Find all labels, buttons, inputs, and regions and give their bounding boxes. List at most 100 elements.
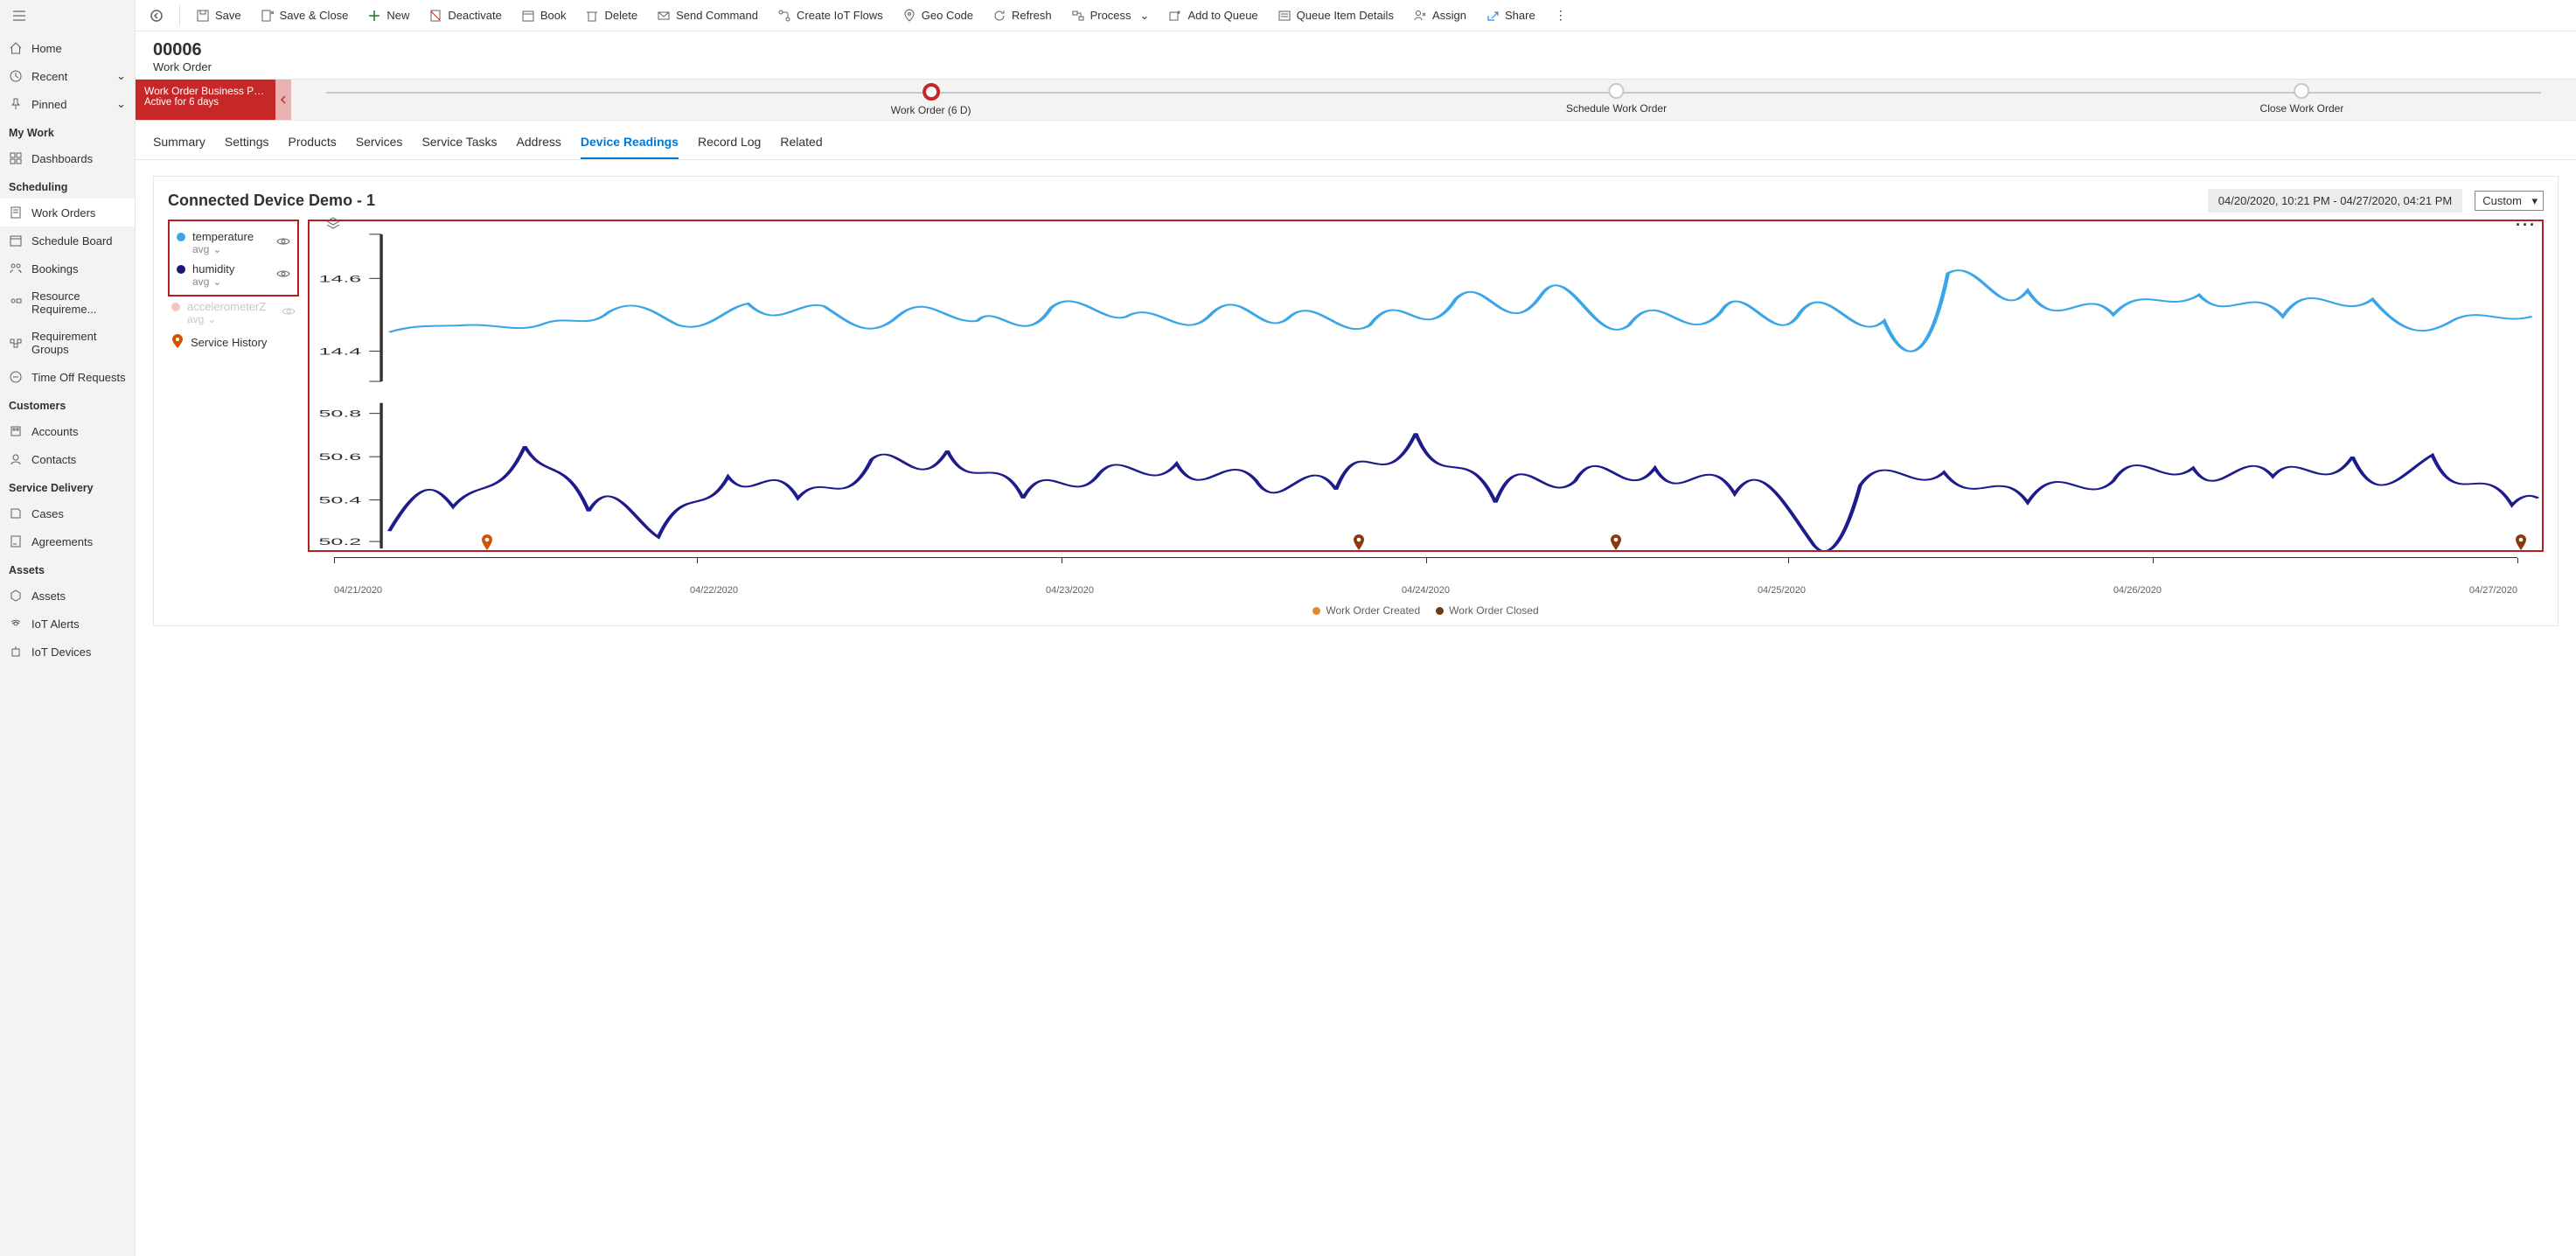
nav-timeoff[interactable]: Time Off Requests [0,363,135,391]
legend-agg: avg [187,313,204,325]
delete-button[interactable]: Delete [578,5,644,26]
nav-group-service-delivery: Service Delivery [0,473,135,499]
nav-iot-alerts[interactable]: IoT Alerts [0,610,135,638]
y-tick: 50.8 [318,409,361,420]
legend-dot [177,233,185,241]
x-tick: 04/25/2020 [1758,585,1806,596]
bpf-stage-close[interactable]: Close Work Order [2260,83,2344,115]
nav-label: Time Off Requests [31,371,126,384]
process-button[interactable]: Process⌄ [1064,5,1157,26]
date-range-display[interactable]: 04/20/2020, 10:21 PM - 04/27/2020, 04:21… [2208,189,2462,213]
nav-pinned[interactable]: Pinned ⌄ [0,90,135,118]
chart-area: ··· 14.6 14.4 [308,220,2544,617]
visibility-toggle-icon[interactable] [276,267,290,283]
content-area: Connected Device Demo - 1 04/20/2020, 10… [136,160,2576,1256]
bookings-icon [9,262,23,276]
back-button[interactable] [143,5,171,26]
pin-location-icon [902,9,916,23]
save-close-button[interactable]: Save & Close [254,5,356,26]
assign-icon [1413,9,1427,23]
form-tabs: Summary Settings Products Services Servi… [136,121,2576,160]
map-pin-icon[interactable] [481,534,493,553]
nav-label: Cases [31,507,64,520]
nav-accounts[interactable]: Accounts [0,417,135,445]
chevron-left-icon [150,9,164,23]
share-button[interactable]: Share [1479,5,1542,26]
workorder-icon [9,206,23,220]
timeoff-icon [9,370,23,384]
y-tick: 50.6 [318,452,361,463]
cmd-label: Save [215,9,241,22]
visibility-toggle-icon[interactable] [276,234,290,251]
nav-resource-req[interactable]: Resource Requireme... [0,283,135,323]
chart-layers-button[interactable] [325,216,341,234]
bpf-line [326,92,2541,94]
bpf-stage-work-order[interactable]: Work Order (6 D) [891,83,971,116]
date-range-preset-select[interactable]: Custom [2475,191,2544,211]
tab-record-log[interactable]: Record Log [698,129,761,159]
nav-contacts[interactable]: Contacts [0,445,135,473]
chart-highlight-box: 14.6 14.4 50.8 50.6 [308,220,2544,552]
y-tick: 14.4 [318,346,361,357]
legend-service-history[interactable]: Service History [168,329,299,356]
nav-home[interactable]: Home [0,34,135,62]
queue-details-button[interactable]: Queue Item Details [1271,5,1401,26]
chart-more-button[interactable]: ··· [2516,216,2537,234]
cmd-label: Send Command [676,9,758,22]
nav-agreements[interactable]: Agreements [0,527,135,555]
send-command-button[interactable]: Send Command [650,5,765,26]
map-pin-icon[interactable] [1353,534,1365,553]
tab-products[interactable]: Products [289,129,337,159]
bpf-collapse-button[interactable] [275,80,291,120]
book-button[interactable]: Book [514,5,574,26]
map-pin-icon[interactable] [1610,534,1622,553]
nav-label: Requirement Groups [31,330,126,356]
chart-svg[interactable]: 14.6 14.4 50.8 50.6 [310,221,2542,550]
tab-summary[interactable]: Summary [153,129,205,159]
refresh-button[interactable]: Refresh [985,5,1059,26]
add-queue-button[interactable]: Add to Queue [1161,5,1264,26]
tab-service-tasks[interactable]: Service Tasks [421,129,497,159]
nav-label: Schedule Board [31,234,113,248]
nav-work-orders[interactable]: Work Orders [0,199,135,227]
nav-recent[interactable]: Recent ⌄ [0,62,135,90]
bpf-stage-schedule[interactable]: Schedule Work Order [1566,83,1667,115]
tab-related[interactable]: Related [780,129,822,159]
chart-title: Connected Device Demo - 1 [168,192,375,210]
nav-schedule-board[interactable]: Schedule Board [0,227,135,255]
new-button[interactable]: New [360,5,416,26]
accounts-icon [9,424,23,438]
nav-dashboards[interactable]: Dashboards [0,144,135,172]
overflow-button[interactable]: ⋮ [1548,4,1574,26]
create-iot-button[interactable]: Create IoT Flows [770,5,890,26]
save-button[interactable]: Save [189,5,248,26]
nav-iot-devices[interactable]: IoT Devices [0,638,135,666]
cmd-label: Assign [1432,9,1466,22]
record-title: 00006 [153,40,2559,60]
legend-humidity[interactable]: humidity avg ⌄ [173,259,294,291]
map-pin-icon[interactable] [2515,534,2527,553]
tab-settings[interactable]: Settings [225,129,269,159]
refresh-icon [992,9,1006,23]
nav-assets[interactable]: Assets [0,582,135,610]
visibility-toggle-icon[interactable] [282,304,296,321]
deactivate-button[interactable]: Deactivate [421,5,508,26]
nav-bookings[interactable]: Bookings [0,255,135,283]
nav-label: Bookings [31,262,78,276]
legend-temperature[interactable]: temperature avg ⌄ [173,227,294,259]
legend-accelerometer[interactable]: accelerometerZ avg ⌄ [168,297,299,329]
bpf-flag[interactable]: Work Order Business Pro... Active for 6 … [136,80,275,120]
bpf-stages: Work Order (6 D) Schedule Work Order Clo… [291,80,2576,120]
assign-button[interactable]: Assign [1406,5,1473,26]
chevron-down-icon: ⌄ [212,276,221,288]
hamburger-icon[interactable] [7,3,31,31]
nav-cases[interactable]: Cases [0,499,135,527]
more-icon: ⋮ [1555,8,1567,23]
save-close-icon [261,9,275,23]
nav-label: Pinned [31,98,66,111]
tab-services[interactable]: Services [356,129,403,159]
geocode-button[interactable]: Geo Code [895,5,980,26]
tab-device-readings[interactable]: Device Readings [581,129,679,159]
nav-req-groups[interactable]: Requirement Groups [0,323,135,363]
tab-address[interactable]: Address [517,129,561,159]
